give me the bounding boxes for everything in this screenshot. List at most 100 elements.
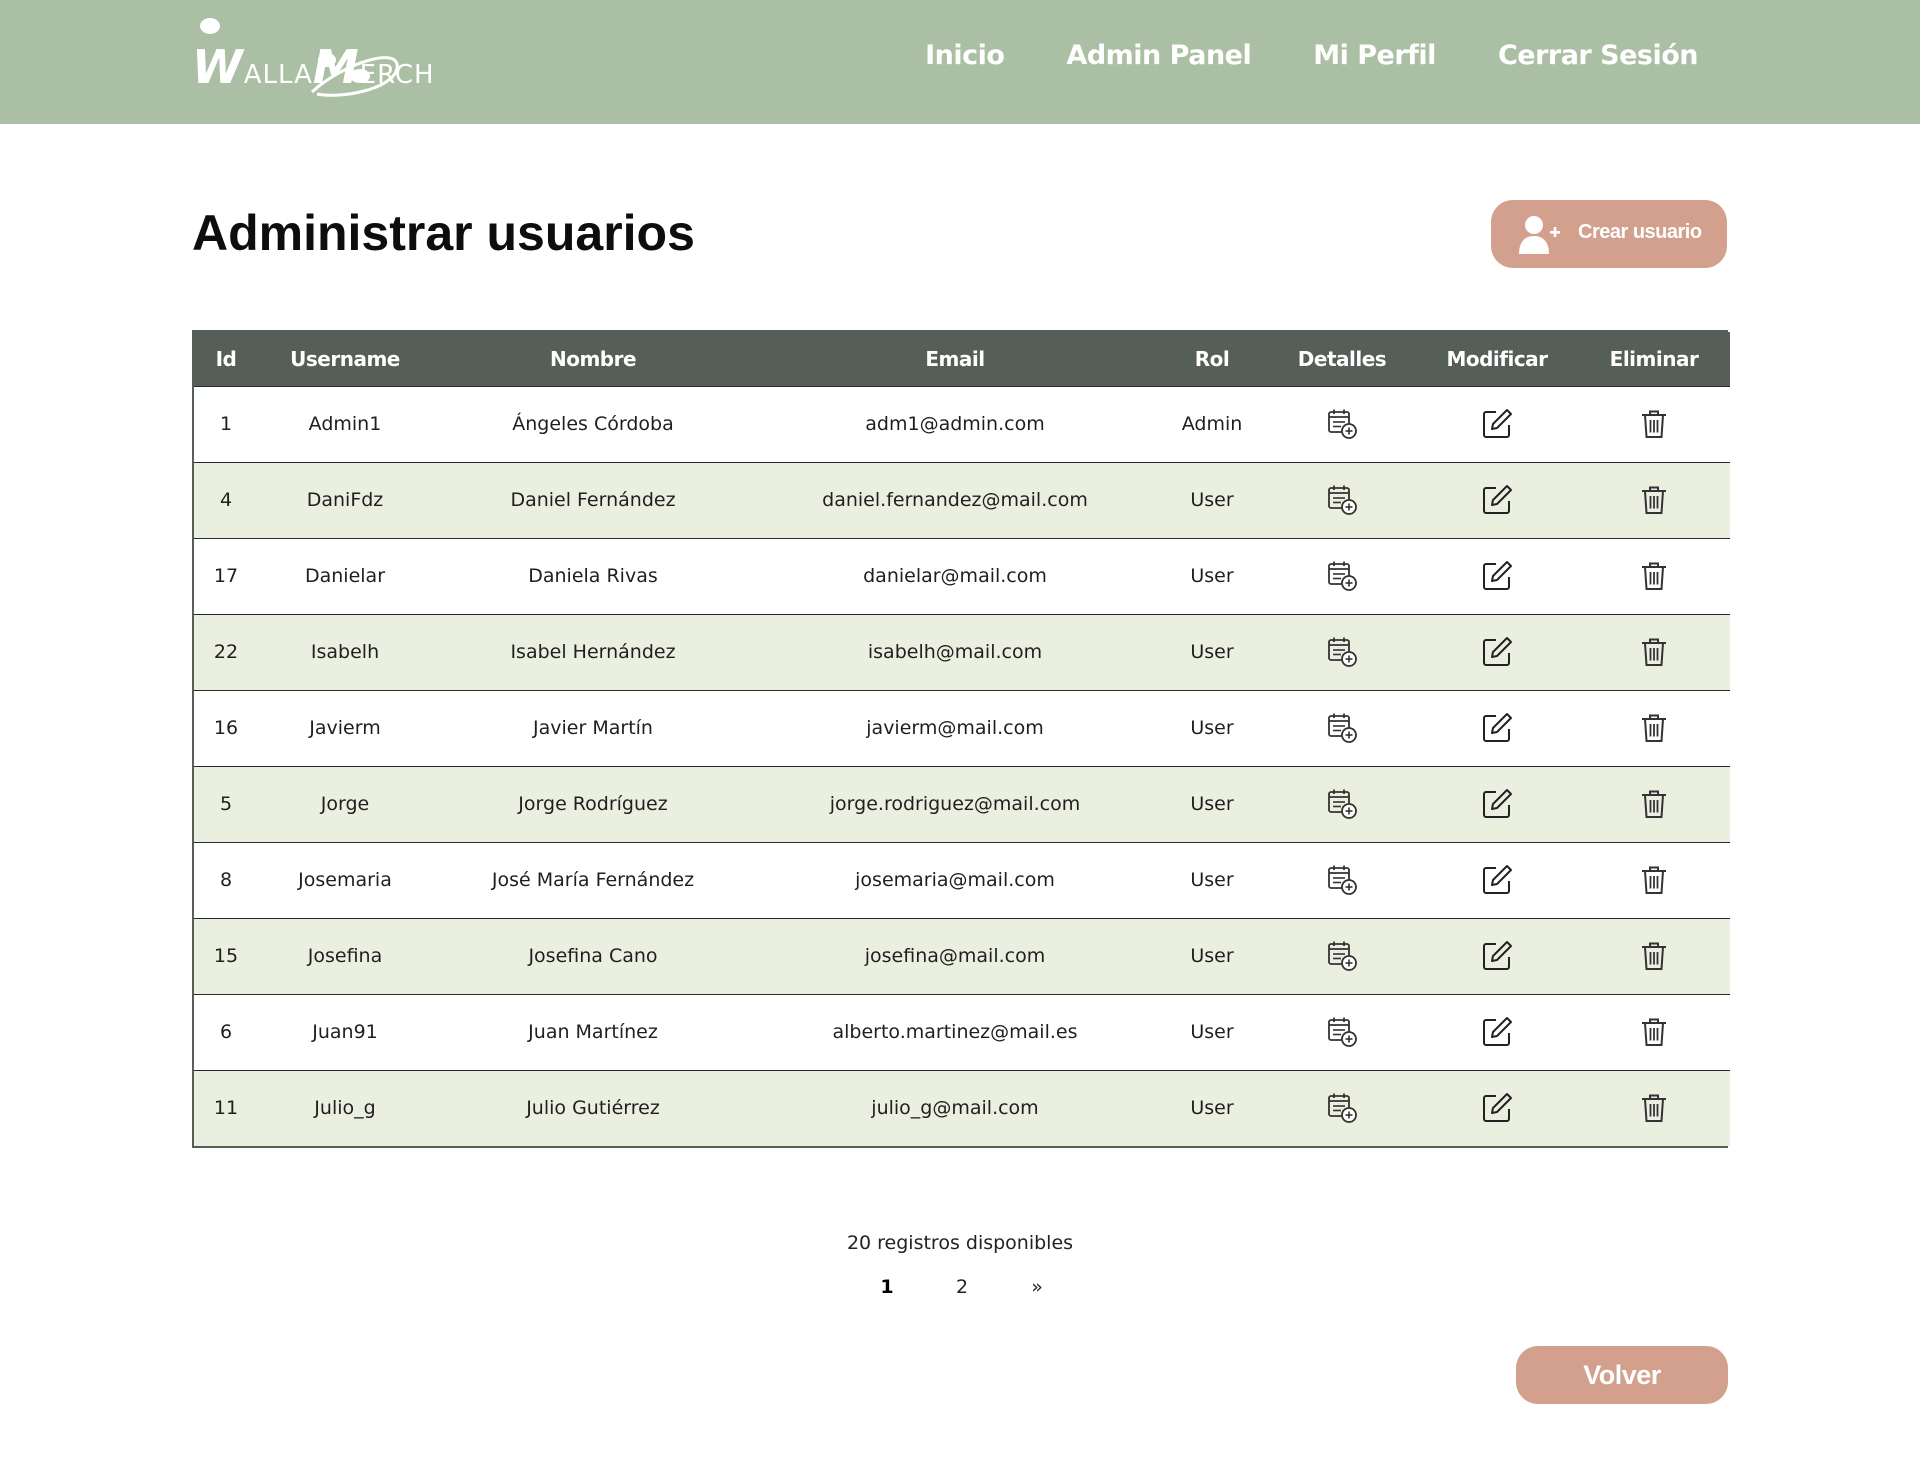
cell-edit bbox=[1416, 766, 1578, 842]
cell-username: DaniFdz bbox=[306, 489, 384, 511]
cell-delete bbox=[1578, 614, 1730, 690]
edit-pencil-icon[interactable] bbox=[1480, 407, 1514, 441]
page-link-next[interactable]: » bbox=[1012, 1276, 1062, 1298]
cell-username: Josefina bbox=[307, 945, 383, 967]
cell-delete bbox=[1578, 690, 1730, 766]
calendar-add-icon[interactable] bbox=[1325, 863, 1359, 897]
header-rol[interactable]: Rol bbox=[1156, 332, 1268, 386]
cell-rol: User bbox=[1190, 717, 1234, 739]
create-user-button[interactable]: Crear usuario bbox=[1491, 200, 1727, 268]
trash-icon[interactable] bbox=[1637, 635, 1671, 669]
edit-pencil-icon[interactable] bbox=[1480, 635, 1514, 669]
edit-pencil-icon[interactable] bbox=[1480, 863, 1514, 897]
header-nombre[interactable]: Nombre bbox=[432, 332, 754, 386]
records-count: 20 registros disponibles bbox=[846, 1232, 1074, 1254]
cell-username: Admin1 bbox=[308, 413, 382, 435]
cell-details bbox=[1268, 614, 1416, 690]
cell-username: Julio_g bbox=[314, 1097, 376, 1120]
page-link-2[interactable]: 2 bbox=[937, 1276, 987, 1298]
page-link-1[interactable]: 1 bbox=[862, 1276, 912, 1298]
cell-id: 15 bbox=[213, 945, 239, 967]
header-id[interactable]: Id bbox=[194, 332, 258, 386]
nav-link-inicio[interactable]: Inicio bbox=[925, 40, 1005, 71]
calendar-add-icon[interactable] bbox=[1325, 635, 1359, 669]
trash-icon[interactable] bbox=[1637, 787, 1671, 821]
edit-pencil-icon[interactable] bbox=[1480, 1091, 1514, 1125]
calendar-add-icon[interactable] bbox=[1325, 1091, 1359, 1125]
edit-pencil-icon[interactable] bbox=[1480, 711, 1514, 745]
cell-id: 5 bbox=[219, 793, 233, 815]
nav-link-mi-perfil[interactable]: Mi Perfil bbox=[1313, 40, 1436, 71]
wallamerch-logo[interactable]: WALLAMERCH bbox=[192, 14, 452, 104]
cell-username: Josemaria bbox=[298, 869, 392, 891]
cell-email: josemaria@mail.com bbox=[855, 869, 1055, 891]
cell-nombre: Javier Martín bbox=[533, 717, 653, 739]
cell-nombre: Daniela Rivas bbox=[528, 565, 658, 587]
calendar-add-icon[interactable] bbox=[1325, 939, 1359, 973]
cell-delete bbox=[1578, 1070, 1730, 1146]
cell-email: alberto.martinez@mail.es bbox=[832, 1021, 1078, 1043]
cell-details bbox=[1268, 538, 1416, 614]
table-row: 8 Josemaria José María Fernández josemaria@… bbox=[194, 842, 1730, 918]
trash-icon[interactable] bbox=[1637, 863, 1671, 897]
calendar-add-icon[interactable] bbox=[1325, 407, 1359, 441]
trash-icon[interactable] bbox=[1637, 1091, 1671, 1125]
trash-icon[interactable] bbox=[1637, 407, 1671, 441]
logo-text: WALLAMERCH bbox=[192, 40, 435, 94]
cell-nombre: Jorge Rodríguez bbox=[518, 793, 668, 815]
cell-email: danielar@mail.com bbox=[863, 565, 1047, 587]
header-email[interactable]: Email bbox=[754, 332, 1156, 386]
trash-icon[interactable] bbox=[1637, 711, 1671, 745]
trash-icon[interactable] bbox=[1637, 939, 1671, 973]
cell-edit bbox=[1416, 1070, 1578, 1146]
calendar-add-icon[interactable] bbox=[1325, 1015, 1359, 1049]
nav-link-admin-panel[interactable]: Admin Panel bbox=[1066, 40, 1251, 71]
edit-pencil-icon[interactable] bbox=[1480, 483, 1514, 517]
cell-delete bbox=[1578, 386, 1730, 462]
calendar-add-icon[interactable] bbox=[1325, 711, 1359, 745]
header-username[interactable]: Username bbox=[258, 332, 432, 386]
logo-alla: ALLA bbox=[243, 60, 313, 90]
nav-link-cerrar-sesion[interactable]: Cerrar Sesión bbox=[1498, 40, 1699, 71]
cell-email: adm1@admin.com bbox=[865, 413, 1045, 435]
trash-icon[interactable] bbox=[1637, 483, 1671, 517]
cell-rol: User bbox=[1190, 1097, 1234, 1120]
cell-rol: User bbox=[1190, 793, 1234, 815]
table-row: 16 Javierm Javier Martín javierm@mail.com Us… bbox=[194, 690, 1730, 766]
table-body: 1 Admin1 Ángeles Córdoba adm1@admin.com Admi… bbox=[194, 386, 1730, 1146]
calendar-add-icon[interactable] bbox=[1325, 483, 1359, 517]
table-row: 6 Juan91 Juan Martínez alberto.martinez@mai… bbox=[194, 994, 1730, 1070]
cell-nombre: Isabel Hernández bbox=[510, 641, 676, 663]
edit-pencil-icon[interactable] bbox=[1480, 559, 1514, 593]
cell-email: jorge.rodriguez@mail.com bbox=[829, 793, 1081, 815]
edit-pencil-icon[interactable] bbox=[1480, 787, 1514, 821]
cell-details bbox=[1268, 462, 1416, 538]
user-plus-icon bbox=[1519, 216, 1560, 254]
trash-icon[interactable] bbox=[1637, 1015, 1671, 1049]
cell-username: Juan91 bbox=[312, 1021, 378, 1043]
trash-icon[interactable] bbox=[1637, 559, 1671, 593]
cell-email: daniel.fernandez@mail.com bbox=[822, 489, 1088, 511]
cell-email: isabelh@mail.com bbox=[867, 641, 1043, 663]
cell-edit bbox=[1416, 690, 1578, 766]
cell-username: Isabelh bbox=[310, 641, 380, 663]
edit-pencil-icon[interactable] bbox=[1480, 1015, 1514, 1049]
cell-id: 22 bbox=[213, 641, 239, 663]
cell-details bbox=[1268, 842, 1416, 918]
page-title: Administrar usuarios bbox=[192, 205, 695, 261]
cell-details bbox=[1268, 1070, 1416, 1146]
cell-nombre: Ángeles Córdoba bbox=[512, 413, 674, 435]
edit-pencil-icon[interactable] bbox=[1480, 939, 1514, 973]
cell-rol: User bbox=[1190, 1021, 1234, 1043]
cell-nombre: Julio Gutiérrez bbox=[526, 1097, 660, 1120]
cell-username: Danielar bbox=[304, 565, 386, 587]
cell-nombre: José María Fernández bbox=[491, 869, 695, 891]
back-button[interactable]: Volver bbox=[1516, 1346, 1728, 1404]
calendar-add-icon[interactable] bbox=[1325, 787, 1359, 821]
cell-details bbox=[1268, 690, 1416, 766]
calendar-add-icon[interactable] bbox=[1325, 559, 1359, 593]
cell-rol: Admin bbox=[1181, 413, 1243, 435]
cell-details bbox=[1268, 918, 1416, 994]
cell-id: 16 bbox=[213, 717, 239, 739]
cell-edit bbox=[1416, 386, 1578, 462]
